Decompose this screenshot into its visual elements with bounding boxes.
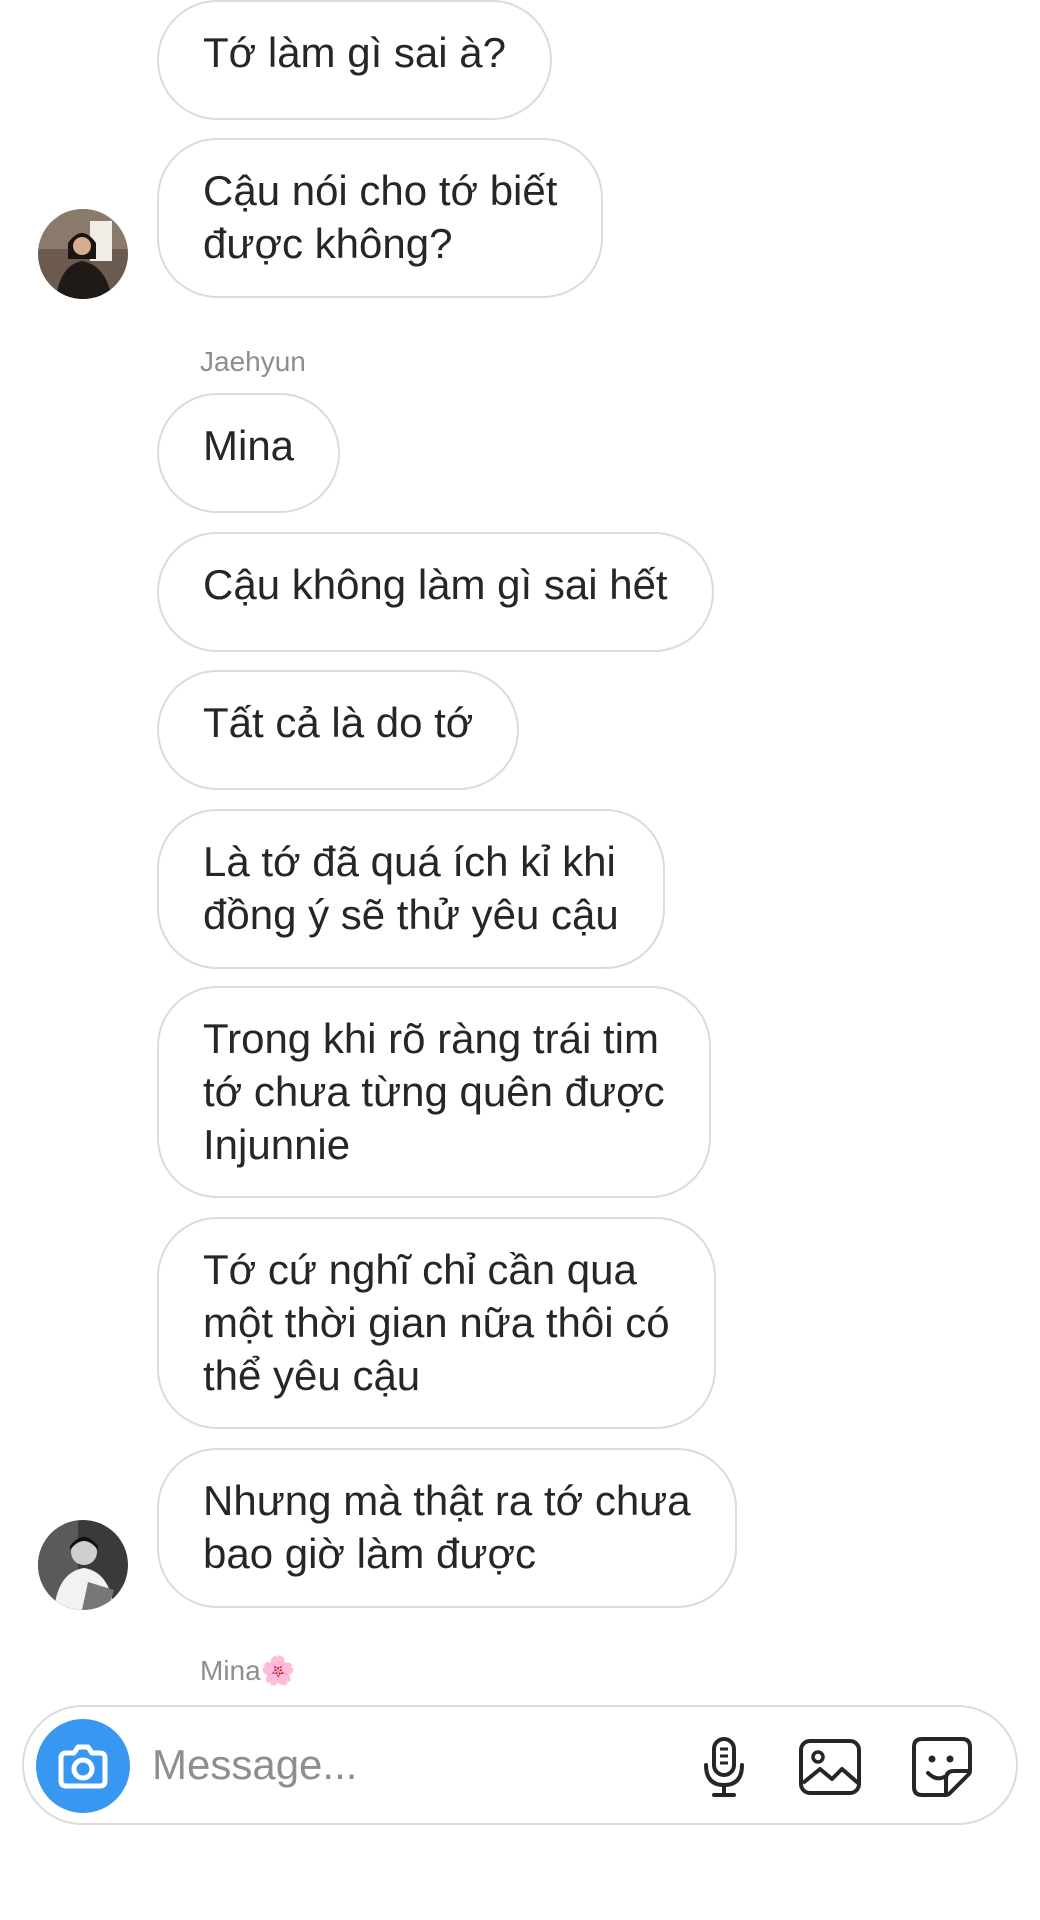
message-bubble[interactable]: Mina xyxy=(157,393,341,513)
message-bubble[interactable]: Tớ làm gì sai à? xyxy=(157,0,552,120)
message-bubble[interactable]: Tất cả là do tớ xyxy=(157,670,520,790)
avatar-jaehyun[interactable] xyxy=(38,1520,128,1610)
avatar-photo xyxy=(38,1520,128,1610)
message-bubble[interactable]: Nhưng mà thật ra tớ chưa bao giờ làm đượ… xyxy=(157,1448,737,1608)
sender-name-jaehyun: Jaehyun xyxy=(200,346,306,377)
microphone-button[interactable] xyxy=(690,1733,758,1801)
message-composer xyxy=(22,1705,1018,1825)
message-bubble[interactable]: Là tớ đã quá ích kỉ khi đồng ý sẽ thử yê… xyxy=(157,809,665,969)
camera-button[interactable] xyxy=(36,1719,130,1813)
message-bubble[interactable]: Cậu nói cho tớ biết được không? xyxy=(157,138,604,298)
avatar-photo xyxy=(38,209,128,299)
gallery-button[interactable] xyxy=(796,1733,864,1801)
message-input[interactable] xyxy=(152,1737,672,1793)
avatar-mina[interactable] xyxy=(38,209,128,299)
microphone-icon xyxy=(704,1737,744,1797)
message-bubble[interactable]: Cậu không làm gì sai hết xyxy=(157,532,714,652)
gallery-icon xyxy=(799,1739,861,1795)
message-bubble[interactable]: Tớ cứ nghĩ chỉ cần qua một thời gian nữa… xyxy=(157,1217,716,1429)
sticker-button[interactable] xyxy=(908,1733,976,1801)
sticker-icon xyxy=(912,1737,972,1797)
chat-thread: Tớ làm gì sai à? Cậu nói cho tớ biết đượ… xyxy=(0,0,1040,1700)
sender-name-mina: Mina🌸 xyxy=(200,1655,296,1686)
message-bubble[interactable]: Trong khi rõ ràng trái tim tớ chưa từng … xyxy=(157,986,711,1198)
camera-icon xyxy=(58,1744,108,1789)
